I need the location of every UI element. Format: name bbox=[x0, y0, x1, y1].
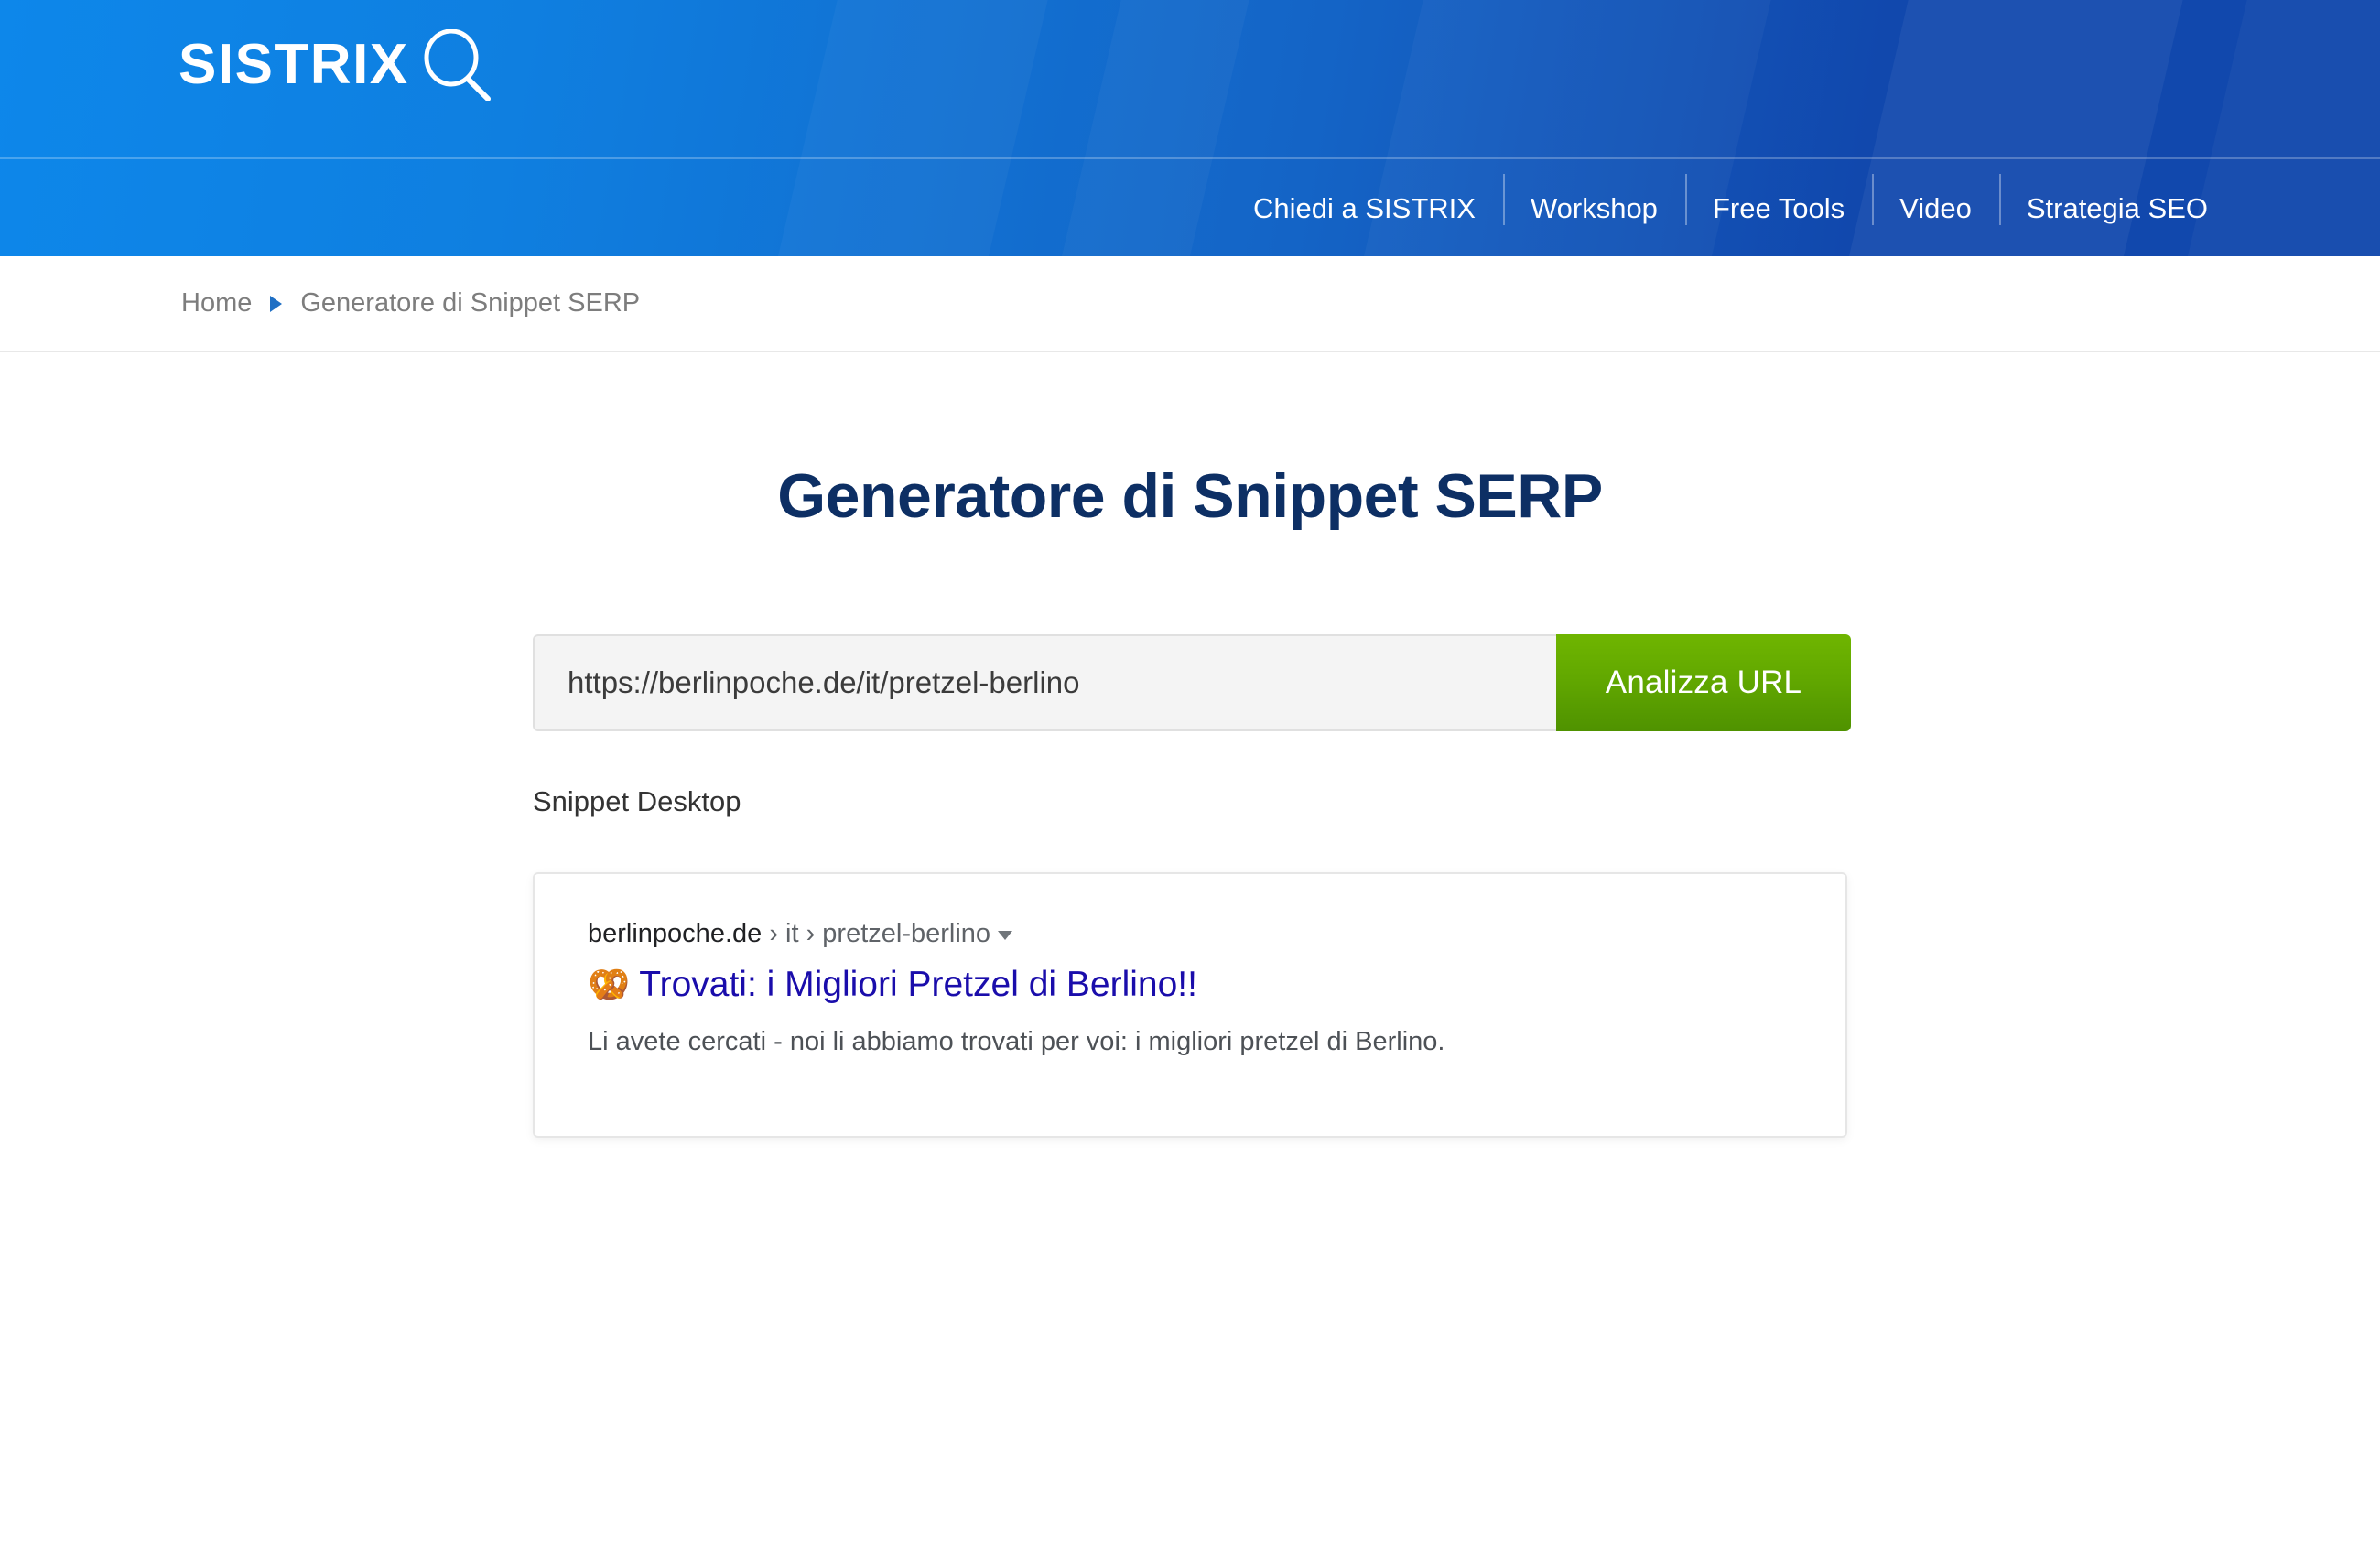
nav-item-chiedi-a-sistrix[interactable]: Chiedi a SISTRIX bbox=[1226, 194, 1503, 222]
pretzel-emoji-icon: 🥨 bbox=[588, 965, 631, 1003]
url-analyze-form: Analizza URL bbox=[533, 634, 1851, 731]
breadcrumb-home-link[interactable]: Home bbox=[181, 288, 252, 319]
nav-item-free-tools[interactable]: Free Tools bbox=[1684, 173, 1872, 225]
page-main: Generatore di Snippet SERP Analizza URL … bbox=[0, 460, 2380, 1138]
caret-down-icon[interactable] bbox=[998, 931, 1013, 940]
desktop-snippet-title[interactable]: 🥨 Trovati: i Migliori Pretzel di Berlino… bbox=[588, 963, 1792, 1008]
desktop-snippet-url-domain: berlinpoche.de bbox=[588, 919, 763, 948]
nav-item-strategia-seo[interactable]: Strategia SEO bbox=[1998, 173, 2208, 225]
page-title: Generatore di Snippet SERP bbox=[777, 461, 1603, 531]
desktop-snippet-preview: berlinpoche.de › it › pretzel-berlino 🥨 … bbox=[533, 872, 1847, 1138]
site-header: SISTRIX Chiedi a SISTRIX Workshop Free T… bbox=[0, 0, 2380, 256]
desktop-snippet-url-path: › it › pretzel-berlino bbox=[762, 919, 991, 948]
nav-item-workshop[interactable]: Workshop bbox=[1502, 173, 1685, 225]
sistrix-logo[interactable]: SISTRIX bbox=[178, 28, 492, 102]
sistrix-logo-text: SISTRIX bbox=[178, 33, 409, 96]
nav-item-video[interactable]: Video bbox=[1872, 173, 1999, 225]
magnifier-icon bbox=[422, 28, 492, 102]
header-logo-row: SISTRIX bbox=[0, 0, 2380, 157]
breadcrumb-current-page: Generatore di Snippet SERP bbox=[300, 288, 641, 318]
desktop-snippet-url: berlinpoche.de › it › pretzel-berlino bbox=[588, 918, 1792, 950]
desktop-snippet-description: Li avete cercati - noi li abbiamo trovat… bbox=[588, 1026, 1445, 1056]
caret-right-icon bbox=[270, 295, 283, 312]
breadcrumb: Home Generatore di Snippet SERP bbox=[0, 256, 2380, 352]
url-input[interactable] bbox=[533, 634, 1556, 731]
analyze-url-button[interactable]: Analizza URL bbox=[1556, 634, 1851, 731]
snippet-desktop-label: Snippet Desktop bbox=[533, 785, 741, 817]
desktop-snippet-title-text: Trovati: i Migliori Pretzel di Berlino!! bbox=[639, 964, 1197, 1004]
main-navigation: Chiedi a SISTRIX Workshop Free Tools Vid… bbox=[0, 159, 2380, 256]
